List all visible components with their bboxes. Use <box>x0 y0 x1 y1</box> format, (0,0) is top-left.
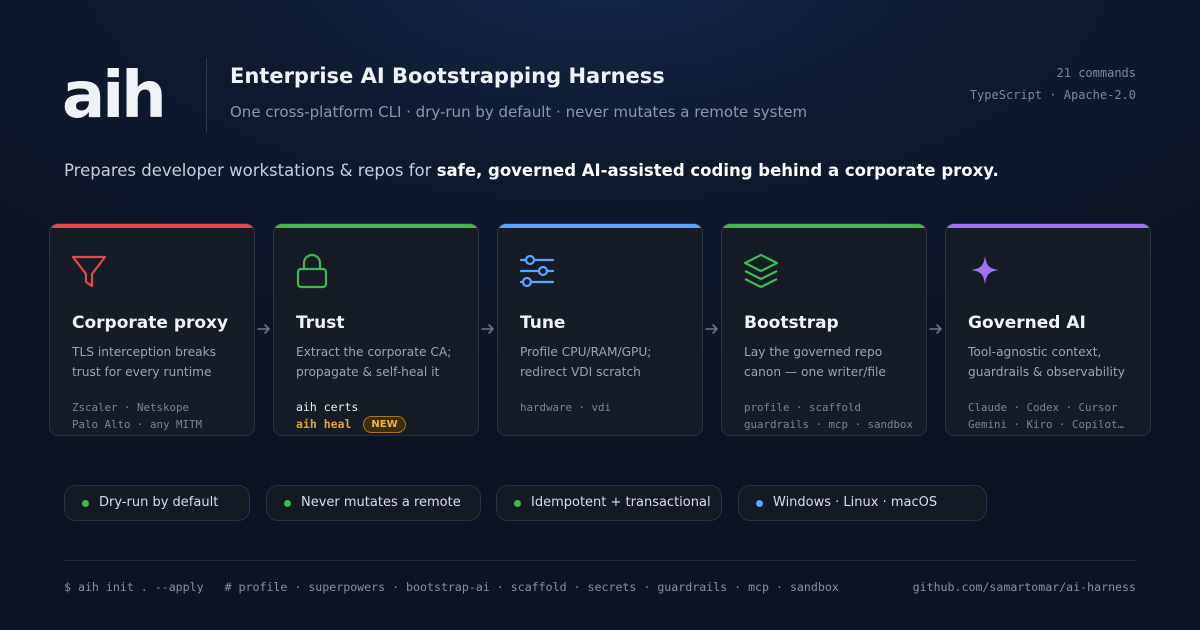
card-title: Corporate proxy <box>72 313 229 333</box>
card-description: Profile CPU/RAM/GPU; redirect VDI scratc… <box>520 345 652 379</box>
card-title: Bootstrap <box>744 313 839 333</box>
pill-label: Dry-run by default <box>99 495 219 510</box>
pill-platforms: Windows · Linux · macOS <box>738 485 987 521</box>
header-divider <box>206 58 207 132</box>
card-tags: profile · scaffold guardrails · mcp · sa… <box>744 399 922 433</box>
command-heal-row: aih heal NEW <box>296 416 474 433</box>
meta-info: 21 commands TypeScript · Apache-2.0 <box>970 62 1136 106</box>
card-tag-line: guardrails · mcp · sandbox <box>744 418 914 431</box>
logo: aih <box>62 59 167 133</box>
card-commands: aih certs aih heal NEW <box>296 399 474 433</box>
card-title: Tune <box>520 313 566 333</box>
card-tune: Tune Profile CPU/RAM/GPU; redirect VDI s… <box>497 223 703 436</box>
card-description: Extract the corporate CA; propagate & se… <box>296 345 452 379</box>
layers-icon <box>743 253 779 289</box>
card-trust: Trust Extract the corporate CA; propagat… <box>273 223 479 436</box>
arrow-right-icon <box>481 324 494 334</box>
pill-label: Windows · Linux · macOS <box>773 495 938 510</box>
card-accent-bar <box>722 224 926 228</box>
status-dot <box>514 500 521 507</box>
card-corporate-proxy: Corporate proxy TLS interception breaks … <box>49 223 255 436</box>
footer-comment: # profile · superpowers · bootstrap-ai ·… <box>224 580 839 594</box>
tagline: Prepares developer workstations & repos … <box>64 161 999 180</box>
pill-label: Never mutates a remote <box>301 495 461 510</box>
status-dot <box>82 500 89 507</box>
arrow-right-icon <box>929 324 942 334</box>
card-tag-line: Gemini · Kiro · Copilot… <box>968 418 1125 431</box>
card-accent-bar <box>946 224 1150 228</box>
card-title: Governed AI <box>968 313 1086 333</box>
card-tags: Zscaler · Netskope Palo Alto · any MITM <box>72 399 250 433</box>
arrow-right-icon <box>257 324 270 334</box>
page-title: Enterprise AI Bootstrapping Harness <box>230 64 665 88</box>
card-accent-bar <box>274 224 478 228</box>
tagline-emphasis: safe, governed AI-assisted coding behind… <box>436 161 999 180</box>
commands-count: 21 commands <box>1056 66 1136 80</box>
status-dot <box>284 500 291 507</box>
card-tags: hardware · vdi <box>520 399 698 416</box>
pill-idempotent: Idempotent + transactional <box>496 485 722 521</box>
footer-command-line: $ aih init . --apply # profile · superpo… <box>64 580 839 594</box>
sparkle-icon <box>971 256 999 284</box>
new-badge: NEW <box>363 416 406 433</box>
command-heal: aih heal <box>296 417 352 431</box>
status-dot <box>756 500 763 507</box>
pill-never-mutates: Never mutates a remote <box>266 485 481 521</box>
arrow-right-icon <box>705 324 718 334</box>
card-accent-bar <box>498 224 702 228</box>
page-subtitle: One cross-platform CLI · dry-run by defa… <box>230 103 808 121</box>
card-tag-line: profile · scaffold <box>744 401 862 414</box>
card-title: Trust <box>296 313 345 333</box>
sliders-icon <box>519 254 555 288</box>
card-tag-line: Palo Alto · any MITM <box>72 418 203 431</box>
card-bootstrap: Bootstrap Lay the governed repo canon — … <box>721 223 927 436</box>
card-tag-line: Zscaler · Netskope <box>72 401 190 414</box>
repo-link[interactable]: github.com/samartomar/ai-harness <box>913 580 1136 594</box>
card-tag-line: hardware · vdi <box>520 401 612 414</box>
card-tags: Claude · Codex · Cursor Gemini · Kiro · … <box>968 399 1146 433</box>
footer-divider <box>64 560 1136 561</box>
tagline-prefix: Prepares developer workstations & repos … <box>64 161 437 180</box>
pill-label: Idempotent + transactional <box>531 495 711 510</box>
card-description: Tool-agnostic context, guardrails & obse… <box>968 345 1125 379</box>
pill-dry-run: Dry-run by default <box>64 485 250 521</box>
stack-license: TypeScript · Apache-2.0 <box>969 88 1136 102</box>
command-certs: aih certs <box>296 400 359 414</box>
card-tag-line: Claude · Codex · Cursor <box>968 401 1118 414</box>
card-description: TLS interception breaks trust for every … <box>72 345 216 379</box>
funnel-icon <box>71 255 107 288</box>
lock-icon <box>296 253 328 289</box>
card-accent-bar <box>50 224 254 228</box>
card-description: Lay the governed repo canon — one writer… <box>744 345 886 379</box>
card-governed-ai: Governed AI Tool-agnostic context, guard… <box>945 223 1151 436</box>
footer-command: $ aih init . --apply <box>64 580 204 594</box>
